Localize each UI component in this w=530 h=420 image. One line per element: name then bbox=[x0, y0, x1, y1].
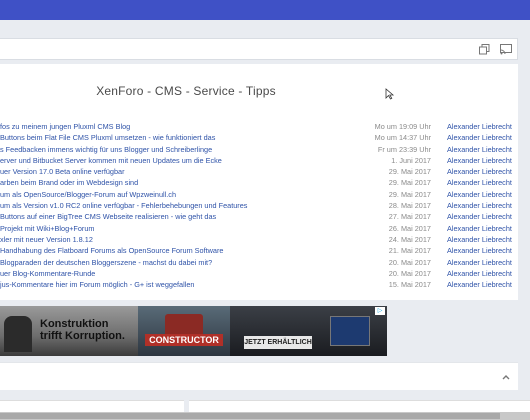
toolbar bbox=[0, 38, 518, 60]
thread-author-link[interactable]: Alexander Liebrecht bbox=[447, 257, 512, 268]
thread-date: 20. Mai 2017 bbox=[388, 268, 431, 278]
ad-headline: Konstruktion trifft Korruption. bbox=[40, 318, 125, 342]
thread-author-link[interactable]: Alexander Liebrecht bbox=[447, 144, 512, 155]
ad-headline-line-1: Konstruktion bbox=[40, 318, 109, 330]
chevron-up-icon[interactable] bbox=[500, 371, 512, 383]
thread-row[interactable]: Buttons auf einer BigTree CMS Webseite r… bbox=[0, 211, 518, 222]
thread-row[interactable]: fos zu meinem jungen Pluxml CMS Blog Mo u… bbox=[0, 121, 518, 132]
thread-row[interactable]: uer Version 17.0 Beta online verfügbar 29… bbox=[0, 166, 518, 177]
thread-date: Fr um 23:39 Uhr bbox=[377, 144, 431, 154]
thread-date: 28. Mai 2017 bbox=[388, 201, 431, 211]
thread-date: 1. Juni 2017 bbox=[391, 155, 431, 165]
thread-date: Mo um 14:37 Uhr bbox=[374, 133, 431, 143]
thread-date: 29. Mai 2017 bbox=[388, 167, 431, 177]
thread-row[interactable]: xler mit neuer Version 1.8.12 24. Mai 201… bbox=[0, 234, 518, 245]
thread-author-link[interactable]: Alexander Liebrecht bbox=[447, 177, 512, 188]
thread-date: 26. Mai 2017 bbox=[388, 223, 431, 233]
ad-headline-line-2: trifft Korruption. bbox=[40, 330, 125, 342]
ad-figure-image bbox=[4, 316, 32, 352]
thread-row[interactable]: erver und Bitbucket Server kommen mit ne… bbox=[0, 155, 518, 166]
thread-author-link[interactable]: Alexander Liebrecht bbox=[447, 211, 512, 222]
thread-author-link[interactable]: Alexander Liebrecht bbox=[447, 132, 512, 143]
thread-author-link[interactable]: Alexander Liebrecht bbox=[447, 268, 512, 279]
thread-date: Mo um 19:09 Uhr bbox=[374, 122, 431, 131]
thread-author-link[interactable]: Alexander Liebrecht bbox=[447, 166, 512, 177]
thread-row[interactable]: arben beim Brand oder im Webdesign sind 2… bbox=[0, 177, 518, 188]
top-app-bar bbox=[0, 0, 530, 20]
ad-logo-text: CONSTRUCTOR bbox=[145, 334, 223, 346]
thread-row[interactable]: Projekt mit Wiki+Blog+Forum 26. Mai 2017 A… bbox=[0, 223, 518, 234]
thread-row[interactable]: Handhabung des Flatboard Forums als Open… bbox=[0, 245, 518, 256]
site-title: XenForo - CMS - Service - Tipps bbox=[96, 84, 276, 98]
thread-date: 15. Mai 2017 bbox=[388, 280, 431, 290]
thread-row[interactable]: um als OpenSource/Blogger-Forum auf Wpzw… bbox=[0, 189, 518, 200]
thread-author-link[interactable]: Alexander Liebrecht bbox=[447, 189, 512, 200]
thread-author-link[interactable]: Alexander Liebrecht bbox=[447, 245, 512, 256]
thread-date: 20. Mai 2017 bbox=[388, 257, 431, 267]
thread-date: 21. Mai 2017 bbox=[388, 246, 431, 256]
ad-logo: CONSTRUCTOR bbox=[145, 314, 223, 348]
thread-list: fos zu meinem jungen Pluxml CMS Blog Mo u… bbox=[0, 121, 518, 290]
ad-product-box-image bbox=[330, 316, 370, 346]
thread-row[interactable]: s Feedbacken immens wichtig für uns Blog… bbox=[0, 144, 518, 155]
thread-date: 29. Mai 2017 bbox=[388, 178, 431, 188]
thread-author-link[interactable]: Alexander Liebrecht bbox=[447, 155, 512, 166]
thread-author-link[interactable]: Alexander Liebrecht bbox=[447, 200, 512, 211]
thread-row[interactable]: um als Version v1.0 RC2 online verfügbar… bbox=[0, 200, 518, 211]
thread-row[interactable]: uer Blog-Kommentare-Runde 20. Mai 2017 Ale… bbox=[0, 268, 518, 279]
thread-author-link[interactable]: Alexander Liebrecht bbox=[447, 279, 512, 290]
thread-date: 29. Mai 2017 bbox=[388, 189, 431, 199]
cast-icon[interactable] bbox=[500, 44, 512, 55]
copy-icon[interactable] bbox=[479, 44, 490, 55]
thread-author-link[interactable]: Alexander Liebrecht bbox=[447, 121, 512, 132]
ad-cta-button[interactable]: JETZT ERHÄLTLICH bbox=[244, 336, 312, 349]
thread-author-link[interactable]: Alexander Liebrecht bbox=[447, 223, 512, 234]
thread-author-link[interactable]: Alexander Liebrecht bbox=[447, 234, 512, 245]
advertisement-banner[interactable]: Konstruktion trifft Korruption. CONSTRUC… bbox=[0, 306, 387, 356]
thread-date: 27. Mai 2017 bbox=[388, 212, 431, 222]
mouse-cursor-icon bbox=[385, 88, 395, 100]
ad-logo-building bbox=[165, 314, 203, 336]
thread-row[interactable]: jus-Kommentare hier im Forum möglich - G… bbox=[0, 279, 518, 290]
ad-choices-icon[interactable]: ▷ bbox=[375, 307, 385, 315]
thread-row[interactable]: Buttons beim Flat File CMS Pluxml umsetz… bbox=[0, 132, 518, 143]
thread-date: 24. Mai 2017 bbox=[388, 234, 431, 244]
scrollbar-thumb[interactable] bbox=[0, 413, 500, 419]
thread-row[interactable]: Blogparaden der deutschen Bloggerszene -… bbox=[0, 257, 518, 268]
collapse-section-bar bbox=[0, 362, 518, 390]
